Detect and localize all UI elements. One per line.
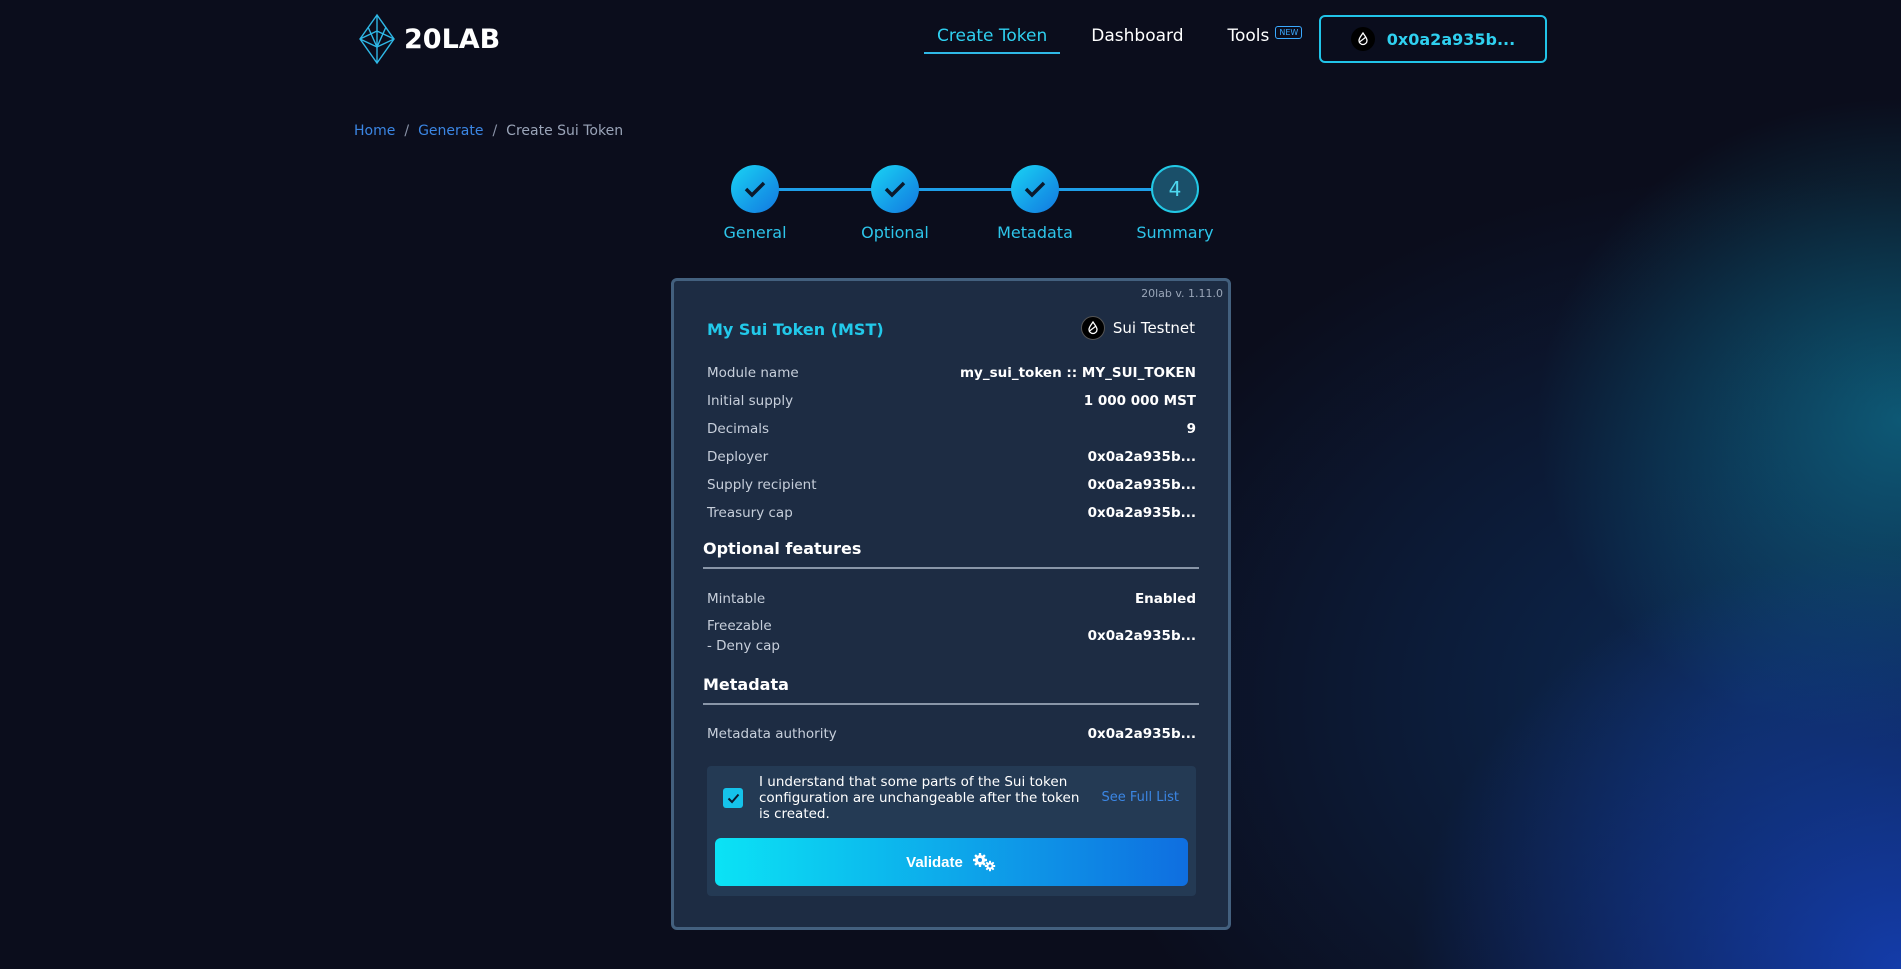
metadata-authority-row: Metadata authority 0x0a2a935b...	[707, 722, 1196, 746]
step-summary[interactable]: 4 Summary	[1120, 165, 1230, 242]
step-current-circle: 4	[1151, 165, 1199, 213]
validate-label: Validate	[906, 853, 963, 871]
summary-card: 20lab v. 1.11.0 My Sui Token (MST) Sui T…	[671, 278, 1231, 930]
row-value: 9	[1186, 421, 1196, 437]
general-rows: Module name my_sui_token :: MY_SUI_TOKEN…	[707, 359, 1196, 527]
network-name: Sui Testnet	[1112, 319, 1195, 337]
sui-logo-icon	[1350, 27, 1375, 51]
see-full-list-link[interactable]: See Full List	[1102, 790, 1179, 805]
breadcrumb-separator: /	[404, 123, 410, 139]
confirm-checkbox[interactable]	[723, 788, 743, 808]
breadcrumb-home[interactable]: Home	[354, 123, 395, 139]
gears-icon	[972, 853, 996, 872]
summary-row: Deployer 0x0a2a935b...	[707, 443, 1196, 471]
row-key: Module name	[707, 365, 799, 381]
metadata-title: Metadata	[703, 675, 789, 694]
wallet-address: 0x0a2a935b...	[1386, 29, 1516, 49]
step-optional[interactable]: Optional	[840, 165, 950, 242]
nav-tools[interactable]: Tools NEW	[1215, 24, 1316, 52]
check-icon	[1024, 181, 1046, 198]
sui-logo-icon	[1080, 316, 1105, 340]
step-done-circle	[871, 165, 919, 213]
logo-text: 20LAB	[404, 23, 501, 55]
new-badge: NEW	[1275, 26, 1303, 39]
stepper-line	[755, 188, 1175, 191]
nav-dashboard[interactable]: Dashboard	[1078, 24, 1196, 52]
step-done-circle	[731, 165, 779, 213]
freezable-label: Freezable	[707, 618, 772, 634]
step-general[interactable]: General	[700, 165, 810, 242]
mintable-row: Mintable Enabled	[707, 587, 1196, 611]
summary-row: Supply recipient 0x0a2a935b...	[707, 471, 1196, 499]
confirmation-box: I understand that some parts of the Sui …	[707, 766, 1196, 896]
row-key: Treasury cap	[707, 505, 793, 521]
row-value: 0x0a2a935b...	[1087, 477, 1196, 493]
nav-tools-label: Tools	[1227, 26, 1270, 46]
check-icon	[744, 181, 766, 198]
token-title: My Sui Token (MST)	[707, 320, 884, 339]
nav-create-token[interactable]: Create Token	[924, 24, 1061, 54]
row-key: Mintable	[707, 591, 766, 607]
row-key: Deployer	[707, 449, 769, 465]
version-label: 20lab v. 1.11.0	[1141, 287, 1223, 300]
step-label: General	[723, 223, 787, 242]
section-divider	[703, 567, 1199, 569]
optional-features-title: Optional features	[703, 539, 862, 558]
row-key: Initial supply	[707, 393, 794, 409]
summary-row: Decimals 9	[707, 415, 1196, 443]
logo[interactable]: 20LAB	[354, 13, 500, 65]
freezable-row: Freezable - Deny cap 0x0a2a935b...	[707, 615, 1196, 657]
step-label: Summary	[1136, 223, 1214, 242]
breadcrumb: Home / Generate / Create Sui Token	[354, 123, 623, 139]
row-key: Supply recipient	[707, 477, 817, 493]
row-value: my_sui_token :: MY_SUI_TOKEN	[959, 365, 1196, 381]
deny-cap-label: - Deny cap	[707, 638, 780, 654]
network-indicator: Sui Testnet	[1080, 316, 1195, 340]
step-label: Metadata	[997, 223, 1073, 242]
stepper: General Optional Metadata 4 Summary	[700, 165, 1214, 245]
row-value: Enabled	[1134, 591, 1196, 607]
section-divider	[703, 703, 1199, 705]
summary-row: Initial supply 1 000 000 MST	[707, 387, 1196, 415]
breadcrumb-separator: /	[492, 123, 498, 139]
main-nav: Create Token Dashboard Tools NEW	[924, 24, 1333, 54]
row-value: 0x0a2a935b...	[1087, 628, 1196, 644]
summary-row: Module name my_sui_token :: MY_SUI_TOKEN	[707, 359, 1196, 387]
confirm-text: I understand that some parts of the Sui …	[759, 774, 1080, 822]
row-value: 0x0a2a935b...	[1087, 505, 1196, 521]
header: 20LAB Create Token Dashboard Tools NEW 0x…	[0, 0, 1901, 80]
check-icon	[884, 181, 906, 198]
logo-icon	[359, 13, 395, 65]
row-key: Metadata authority	[707, 726, 837, 742]
row-value: 0x0a2a935b...	[1087, 449, 1196, 465]
summary-row: Treasury cap 0x0a2a935b...	[707, 499, 1196, 527]
step-done-circle	[1011, 165, 1059, 213]
row-key: Decimals	[707, 421, 770, 437]
validate-button[interactable]: Validate	[715, 838, 1188, 886]
check-icon	[727, 793, 739, 803]
step-label: Optional	[861, 223, 929, 242]
row-key: Freezable - Deny cap	[707, 616, 780, 656]
wallet-button[interactable]: 0x0a2a935b...	[1319, 15, 1547, 63]
breadcrumb-current: Create Sui Token	[506, 123, 624, 139]
breadcrumb-generate[interactable]: Generate	[418, 123, 483, 139]
row-value: 1 000 000 MST	[1083, 393, 1196, 409]
step-metadata[interactable]: Metadata	[980, 165, 1090, 242]
row-value: 0x0a2a935b...	[1087, 726, 1196, 742]
